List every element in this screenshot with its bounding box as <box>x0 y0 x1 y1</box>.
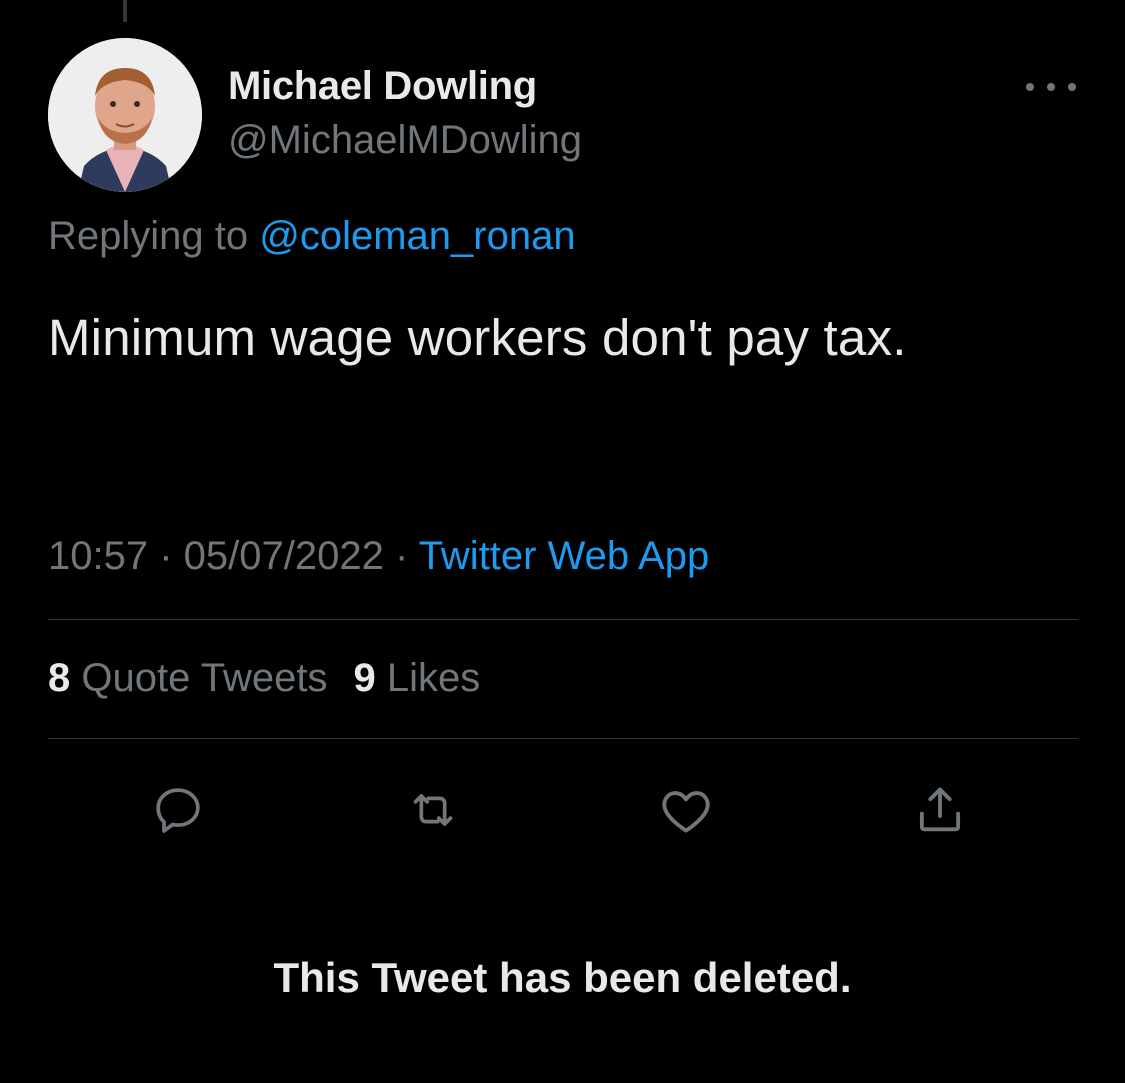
quote-tweets-count: 8 <box>48 656 71 700</box>
heart-icon <box>662 791 710 833</box>
meta-separator: · <box>383 534 419 578</box>
deleted-tweet-notice: This Tweet has been deleted. <box>273 954 852 1001</box>
avatar-photo <box>48 38 202 192</box>
quote-tweets-label: Quote Tweets <box>81 656 328 700</box>
tweet-date[interactable]: 05/07/2022 <box>184 534 384 578</box>
likes-count: 9 <box>353 656 376 700</box>
divider <box>48 738 1078 739</box>
reply-icon <box>156 788 200 833</box>
more-dot-icon <box>1047 83 1055 91</box>
reply-button[interactable] <box>148 780 208 840</box>
avatar[interactable] <box>48 38 202 192</box>
more-options-button[interactable] <box>1026 72 1076 102</box>
tweet-source-link[interactable]: Twitter Web App <box>419 534 710 578</box>
author-handle[interactable]: @MichaelMDowling <box>228 118 582 163</box>
retweet-icon <box>413 794 453 826</box>
more-dot-icon <box>1026 83 1034 91</box>
share-icon <box>919 787 961 832</box>
likes-label: Likes <box>386 656 481 700</box>
likes-stat[interactable]: 9 Likes <box>353 656 480 700</box>
replying-to-line: Replying to @coleman_ronan <box>48 214 576 259</box>
replying-to-handle-link[interactable]: @coleman_ronan <box>259 214 575 258</box>
divider <box>48 619 1078 620</box>
meta-separator: · <box>148 534 184 578</box>
replying-to-label: Replying to <box>48 214 260 258</box>
tweet-text: Minimum wage workers don't pay tax. <box>48 309 907 366</box>
more-dot-icon <box>1068 83 1076 91</box>
thread-connector-line <box>123 0 127 22</box>
quote-tweets-stat[interactable]: 8 Quote Tweets <box>48 656 327 700</box>
share-button[interactable] <box>910 780 970 840</box>
tweet-meta: 10:57 · 05/07/2022 · Twitter Web App <box>48 534 709 579</box>
author-display-name[interactable]: Michael Dowling <box>228 64 537 109</box>
engagement-stats: 8 Quote Tweets 9 Likes <box>48 656 480 701</box>
retweet-button[interactable] <box>403 780 463 840</box>
like-button[interactable] <box>656 780 716 840</box>
tweet-time[interactable]: 10:57 <box>48 534 148 578</box>
